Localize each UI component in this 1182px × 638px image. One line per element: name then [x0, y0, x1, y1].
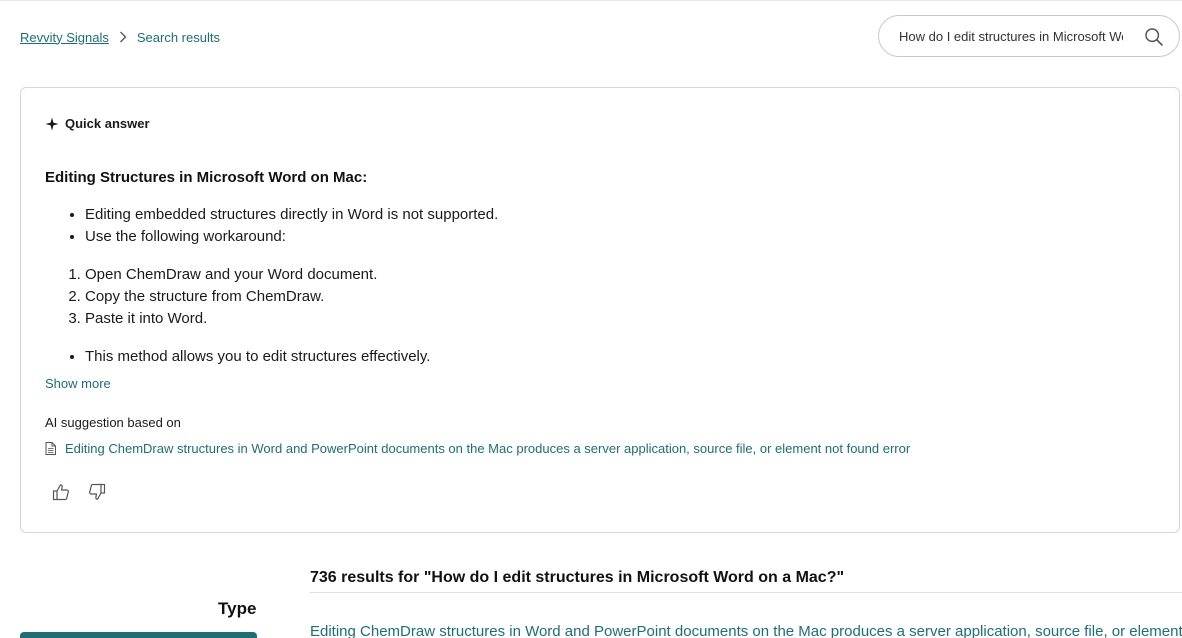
ai-suggestion-label: AI suggestion based on — [45, 415, 181, 430]
results-count-heading: 736 results for "How do I edit structure… — [310, 569, 845, 586]
quick-answer-card: Quick answer Editing Structures in Micro… — [20, 87, 1180, 533]
list-item: Open ChemDraw and your Word document. — [85, 264, 945, 286]
search-box — [878, 15, 1180, 57]
search-result-title[interactable]: Editing ChemDraw structures in Word and … — [310, 623, 1182, 638]
breadcrumb: Revvity Signals Search results — [20, 28, 220, 46]
list-item: Copy the structure from ChemDraw. — [85, 286, 945, 308]
document-icon — [45, 442, 57, 456]
results-divider — [310, 592, 1182, 593]
quick-answer-bullets-bottom: This method allows you to edit structure… — [45, 346, 945, 368]
thumbs-up-icon[interactable] — [51, 482, 71, 502]
list-item: Use the following workaround: — [85, 226, 945, 248]
sparkle-icon — [45, 117, 59, 131]
search-icon[interactable] — [1143, 26, 1165, 48]
quick-answer-label: Quick answer — [65, 116, 150, 131]
show-more-link[interactable]: Show more — [45, 376, 111, 391]
breadcrumb-current: Search results — [136, 29, 220, 45]
quick-answer-bullets-top: Editing embedded structures directly in … — [45, 204, 945, 248]
list-item: Paste it into Word. — [85, 308, 945, 330]
quick-answer-header: Quick answer — [45, 116, 150, 131]
thumbs-down-icon[interactable] — [87, 482, 107, 502]
filter-type-selected[interactable] — [20, 632, 257, 638]
quick-answer-title: Editing Structures in Microsoft Word on … — [45, 169, 368, 186]
list-item: This method allows you to edit structure… — [85, 346, 945, 368]
filter-type-label: Type — [218, 599, 257, 618]
quick-answer-steps: Open ChemDraw and your Word document. Co… — [45, 264, 945, 330]
source-article-link[interactable]: Editing ChemDraw structures in Word and … — [65, 441, 910, 456]
top-divider — [0, 0, 1182, 1]
chevron-right-icon — [109, 31, 137, 43]
search-input[interactable] — [899, 16, 1123, 56]
source-link-row: Editing ChemDraw structures in Word and … — [45, 441, 910, 456]
breadcrumb-home-link[interactable]: Revvity Signals — [20, 30, 109, 45]
list-item: Editing embedded structures directly in … — [85, 204, 945, 226]
